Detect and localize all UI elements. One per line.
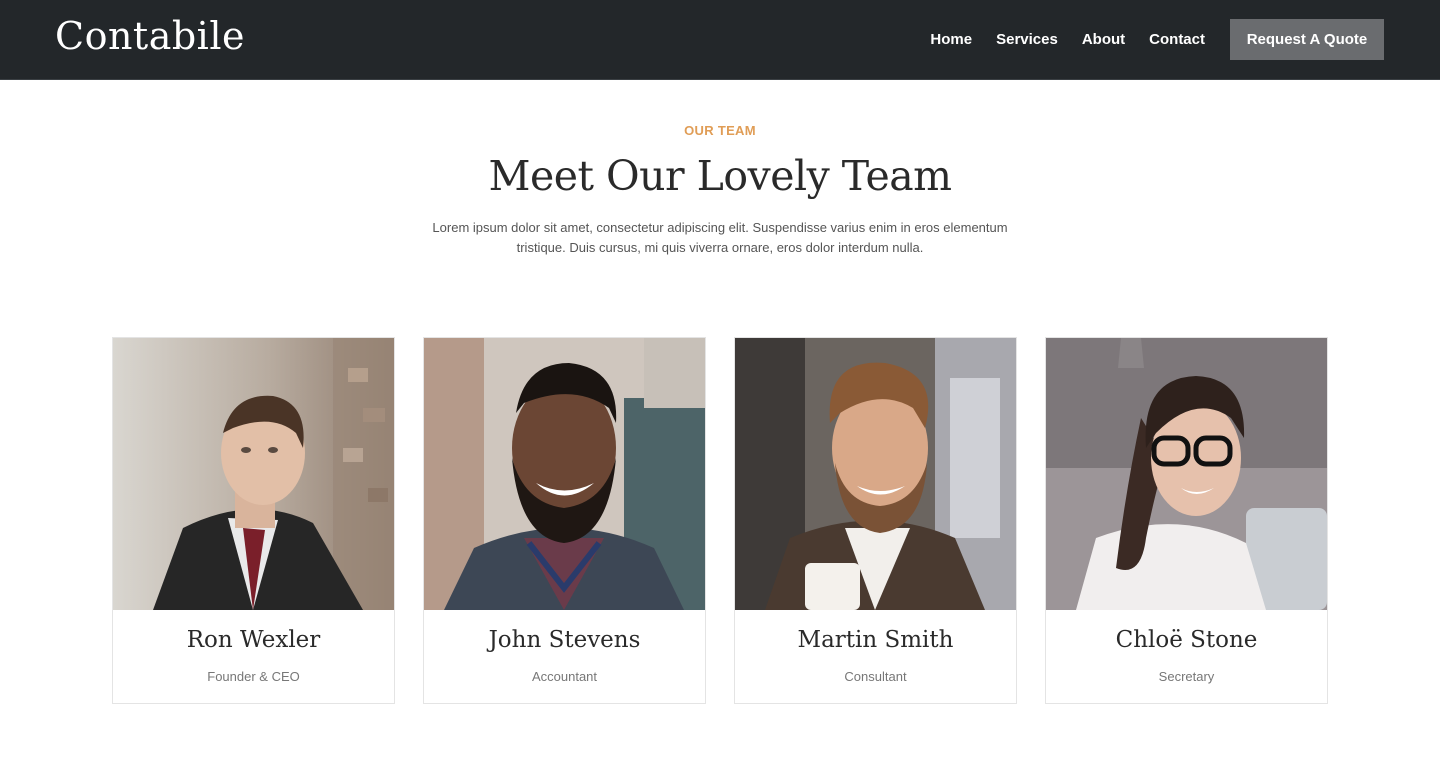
team-card: Chloë Stone Secretary (1045, 337, 1328, 704)
nav-link-services[interactable]: Services (996, 19, 1058, 60)
nav-link-contact[interactable]: Contact (1149, 19, 1205, 60)
site-logo[interactable]: Contabile (55, 14, 245, 58)
team-member-photo (424, 338, 705, 610)
photo-ron-wexler (113, 338, 394, 610)
request-quote-button[interactable]: Request A Quote (1230, 19, 1384, 60)
team-member-name: Ron Wexler (186, 627, 321, 653)
section-description: Lorem ipsum dolor sit amet, consectetur … (432, 220, 1008, 255)
team-member-name: Martin Smith (797, 627, 954, 653)
team-member-name: Chloë Stone (1115, 627, 1258, 653)
team-member-name: John Stevens (488, 627, 641, 653)
team-card: John Stevens Accountant (423, 337, 706, 704)
team-member-role: Founder & CEO (207, 669, 300, 684)
photo-john-stevens (424, 338, 705, 610)
team-member-photo (1046, 338, 1327, 610)
photo-chloe-stone (1046, 338, 1327, 610)
photo-martin-smith (735, 338, 1016, 610)
team-member-role: Consultant (844, 669, 907, 684)
team-member-role: Secretary (1158, 669, 1215, 684)
nav-link-about[interactable]: About (1082, 19, 1125, 60)
team-member-role: Accountant (531, 669, 598, 684)
team-card: Martin Smith Consultant (734, 337, 1017, 704)
section-title: Meet Our Lovely Team (488, 152, 952, 200)
site-header: Contabile Home Services About Contact Re… (0, 0, 1440, 80)
section-eyebrow: OUR TEAM (684, 123, 756, 138)
team-grid: Ron Wexler Founder & CEO John Stevens Ac… (112, 337, 1328, 704)
team-member-photo (735, 338, 1016, 610)
team-member-photo (113, 338, 394, 610)
team-card: Ron Wexler Founder & CEO (112, 337, 395, 704)
nav-link-home[interactable]: Home (930, 19, 972, 60)
main-nav: Home Services About Contact Request A Qu… (930, 19, 1384, 60)
